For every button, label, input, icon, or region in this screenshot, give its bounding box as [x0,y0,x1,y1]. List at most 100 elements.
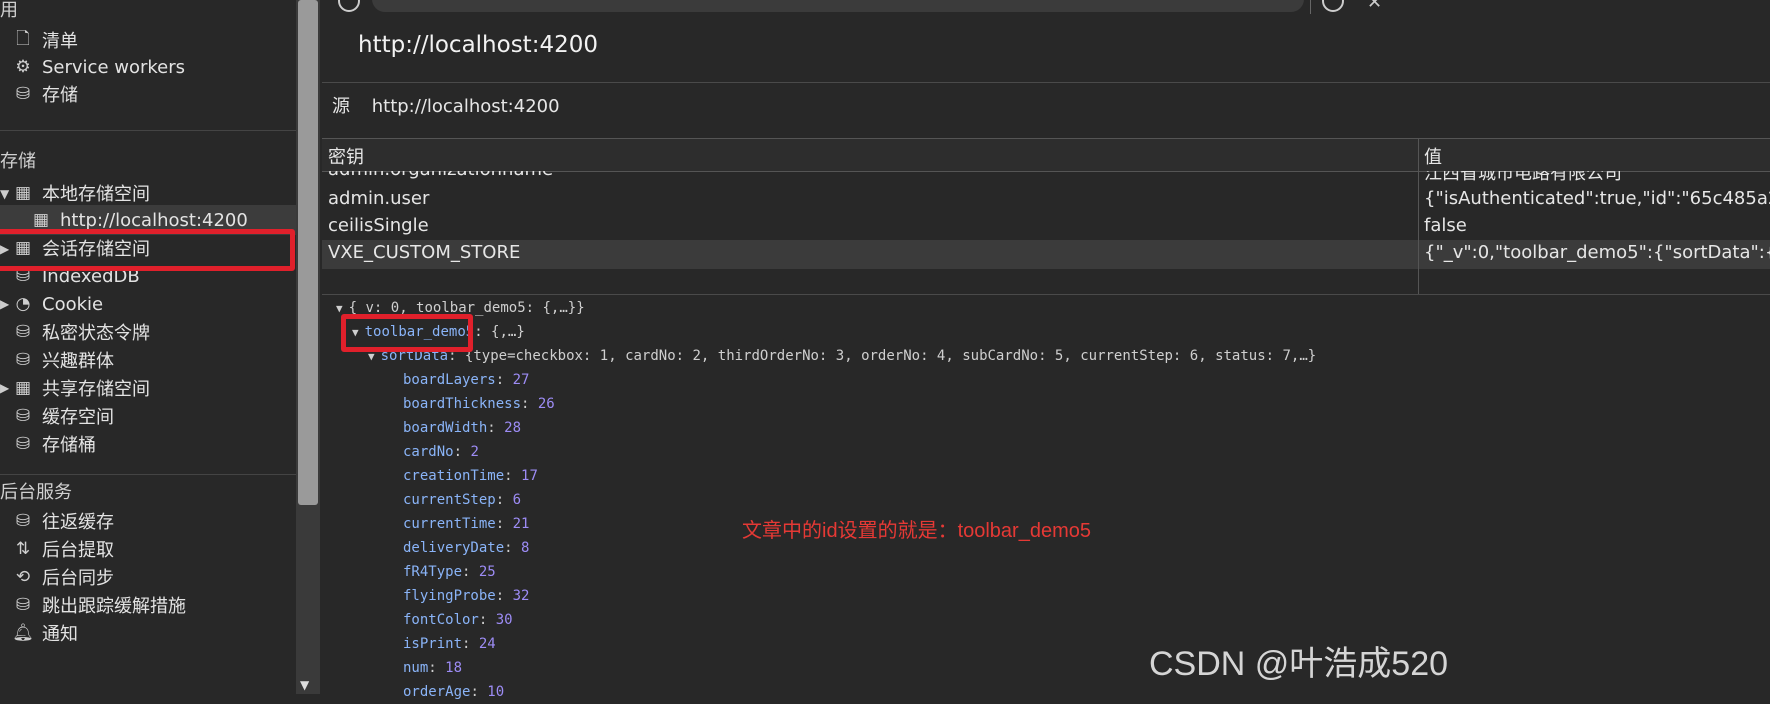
section-app-title: 用 [0,0,18,21]
tree-entry[interactable]: orderAge: 10 [403,680,504,704]
sidebar-item-label: 私密状态令牌 [42,323,150,344]
updown-arrows-icon: ⇅ [15,539,31,559]
tree-entry[interactable]: creationTime: 17 [403,464,538,488]
entry-key: cardNo [403,444,454,460]
entry-value: 28 [504,420,522,436]
database-icon: ⛁ [15,434,31,454]
sidebar-item-shared-storage[interactable]: ▦ 共享存储空间 [12,373,150,403]
entry-value: 27 [512,372,530,388]
sidebar-item-bounce-tracking[interactable]: ⛁ 跳出跟踪缓解措施 [12,590,186,620]
sidebar-item-background-sync[interactable]: ⟲ 后台同步 [12,562,114,592]
entry-key: boardThickness [403,396,522,412]
sidebar-item-local-storage[interactable]: ▦ 本地存储空间 [12,178,150,208]
column-header-value[interactable]: 值 [1424,143,1442,169]
entry-value: 10 [487,684,505,700]
sidebar-item-cache-storage[interactable]: ⛁ 缓存空间 [12,401,114,431]
sidebar-item-label: 共享存储空间 [42,379,150,400]
sidebar-item-label: 跳出跟踪缓解措施 [42,596,186,617]
tree-entry[interactable]: currentTime: 21 [403,512,529,536]
collapse-arrow-icon[interactable]: ▶ [0,381,9,395]
sidebar-item-notifications[interactable]: 🔔︎ 通知 [12,618,78,648]
tree-entry[interactable]: isPrint: 24 [403,632,496,656]
sidebar-item-label: http://localhost:4200 [60,209,248,231]
sidebar-item-service-workers[interactable]: ⚙ Service workers [12,52,185,82]
sidebar-item-cookie[interactable]: ◔ Cookie [12,289,104,319]
expand-triangle-icon[interactable]: ▼ [336,302,343,315]
tree-entry[interactable]: currentStep: 6 [403,488,521,512]
row-value: 江西省城市电路有限公司 [1424,171,1622,184]
row-key: VXE_CUSTOM_STORE [328,242,521,263]
database-icon: ⛁ [15,511,31,531]
tree-entry[interactable]: boardThickness: 26 [403,392,555,416]
node-summary: : {,…} [474,324,525,340]
watermark: CSDN @叶浩成520 [1149,645,1449,683]
table-icon: ▦ [32,210,50,230]
table-row-selected[interactable]: VXE_CUSTOM_STORE {"_v":0,"toolbar_demo5"… [322,240,1770,269]
clear-all-icon[interactable] [1322,0,1344,12]
sidebar-item-label: 往返缓存 [42,512,114,533]
entry-key: creationTime [403,468,505,484]
table-header: 密钥 值 [322,138,1770,172]
tree-entry[interactable]: fR4Type: 25 [403,560,496,584]
highlight-box [341,314,473,352]
collapse-arrow-icon[interactable]: ▶ [0,297,9,311]
sidebar-scrollbar[interactable]: ▼ [296,0,320,694]
sidebar-item-label: 存储桶 [42,435,96,456]
sidebar-item-storage-buckets[interactable]: ⛁ 存储桶 [12,429,96,459]
document-icon: 🗋 [16,28,30,49]
entry-key: deliveryDate [403,540,505,556]
divider [322,294,1770,295]
tree-entry[interactable]: num: 18 [403,656,462,680]
tree-entry[interactable]: cardNo: 2 [403,440,479,464]
sidebar-item-private-state-tokens[interactable]: ⛁ 私密状态令牌 [12,317,150,347]
entry-value: 32 [512,588,530,604]
tree-entry[interactable]: deliveryDate: 8 [403,536,529,560]
refresh-icon[interactable] [338,0,360,12]
entry-key: fR4Type [403,564,463,580]
table-body: admin.organizationname 江西省城市电路有限公司 admin… [322,171,1770,293]
table-row[interactable]: admin.user {"isAuthenticated":true,"id":… [322,186,1770,215]
tree-entry[interactable]: boardWidth: 28 [403,416,521,440]
row-value: {"isAuthenticated":true,"id":"65c485a2-7 [1424,188,1770,209]
row-value: {"_v":0,"toolbar_demo5":{"sortData":{"ty… [1424,242,1770,263]
filter-input[interactable]: 过滤 [372,0,1304,12]
column-header-key[interactable]: 密钥 [328,143,364,169]
section-storage-title: 存储 [0,151,36,172]
sidebar-item-storage[interactable]: ⛁ 存储 [12,79,78,109]
scrollbar-thumb[interactable] [298,0,318,505]
database-icon: ⛁ [15,84,31,104]
gears-icon: ⚙ [15,57,31,77]
close-icon[interactable]: ✕ [1367,0,1382,13]
sidebar-item-interest-groups[interactable]: ⛁ 兴趣群体 [12,345,114,375]
entry-key: boardWidth [403,420,488,436]
tree-node-sortdata[interactable]: ▼ sortData: {type=checkbox: 1, cardNo: 2,… [368,344,1316,368]
expand-arrow-icon[interactable]: ▼ [0,187,9,201]
node-summary: : {type=checkbox: 1, cardNo: 2, thirdOrd… [448,348,1317,364]
bell-icon: 🔔︎ [12,623,34,643]
column-divider[interactable] [1418,138,1419,294]
sidebar-item-label: 兴趣群体 [42,351,114,372]
scroll-down-icon[interactable]: ▼ [300,678,309,692]
row-key: admin.organizationname [328,171,1413,180]
divider [322,82,1770,83]
tree-entry[interactable]: boardLayers: 27 [403,368,529,392]
tree-entry[interactable]: flyingProbe: 32 [403,584,529,608]
sidebar-item-background-fetch[interactable]: ⇅ 后台提取 [12,534,114,564]
entry-key: fontColor [403,612,479,628]
origin-source: 源 http://localhost:4200 [332,92,560,118]
sidebar-item-bfcache[interactable]: ⛁ 往返缓存 [12,506,114,536]
entry-value: 8 [521,540,530,556]
sidebar-item-manifest[interactable]: 🗋 清单 [12,25,78,55]
divider [0,474,296,475]
tree-entry[interactable]: fontColor: 30 [403,608,513,632]
table-row[interactable]: admin.organizationname 江西省城市电路有限公司 [322,171,1770,186]
table-row[interactable]: ceilisSingle false [322,213,1770,242]
sidebar-item-label: Service workers [42,56,186,78]
origin-heading: http://localhost:4200 [358,32,598,58]
sidebar-item-label: 存储 [42,85,78,106]
entry-key: orderAge [403,684,471,700]
entry-value: 6 [512,492,522,508]
source-value: http://localhost:4200 [371,96,560,117]
storage-table: 密钥 值 admin.organizationname 江西省城市电路有限公司 … [322,138,1770,294]
entry-key: isPrint [403,636,463,652]
